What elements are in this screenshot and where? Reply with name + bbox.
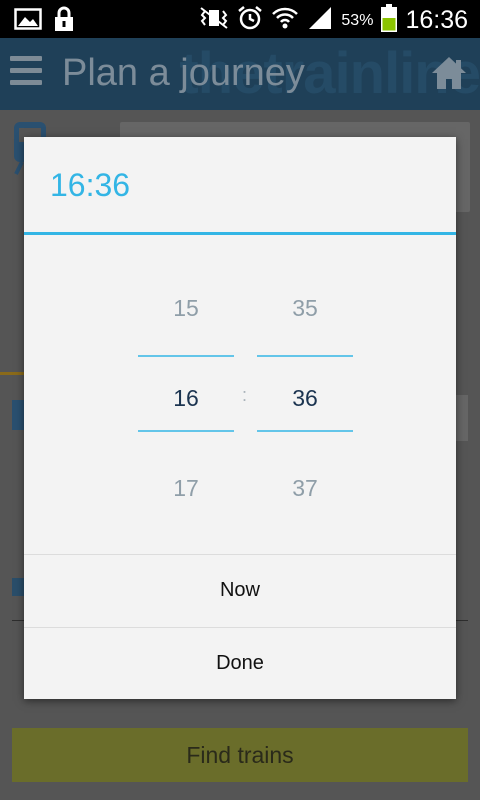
screen: 53% 16:36 thetrainline Plan a journey Fi… [0,0,480,800]
hour-divider-bottom [138,430,234,432]
menu-icon[interactable] [10,56,42,90]
time-separator: : [242,385,248,405]
status-right: 53% 16:36 [199,4,468,37]
alarm-icon [237,5,263,36]
hour-current[interactable]: 16 [138,385,234,412]
app-bar: thetrainline Plan a journey [0,38,480,110]
page-title: Plan a journey [62,52,305,94]
minute-divider-bottom [257,430,353,432]
status-left [14,6,74,37]
lock-icon [54,6,74,37]
hour-picker[interactable]: 15 16 17 [138,287,234,507]
done-button[interactable]: Done [24,627,456,699]
minute-prev[interactable]: 35 [257,295,353,322]
dialog-title: 16:36 [50,167,131,203]
now-button[interactable]: Now [24,554,456,626]
signal-icon [307,5,333,36]
minute-picker[interactable]: 35 36 37 [257,287,353,507]
wifi-icon [271,5,299,36]
status-time: 16:36 [405,6,468,34]
status-bar: 53% 16:36 [0,0,480,38]
home-icon[interactable] [430,54,468,92]
minute-current[interactable]: 36 [257,385,353,412]
hour-divider-top [138,355,234,357]
minute-divider-top [257,355,353,357]
minute-next[interactable]: 37 [257,475,353,502]
battery-icon [381,4,398,37]
find-trains-button[interactable]: Find trains [12,728,468,782]
hour-next[interactable]: 17 [138,475,234,502]
tab-indicator [0,372,24,375]
hour-prev[interactable]: 15 [138,295,234,322]
time-picker-dialog: 16:36 15 16 17 : 35 36 37 Now Done [24,137,456,699]
battery-percent: 53% [341,11,374,29]
gallery-icon [14,7,42,36]
dialog-title-divider [24,232,456,235]
vibrate-icon [199,7,229,34]
